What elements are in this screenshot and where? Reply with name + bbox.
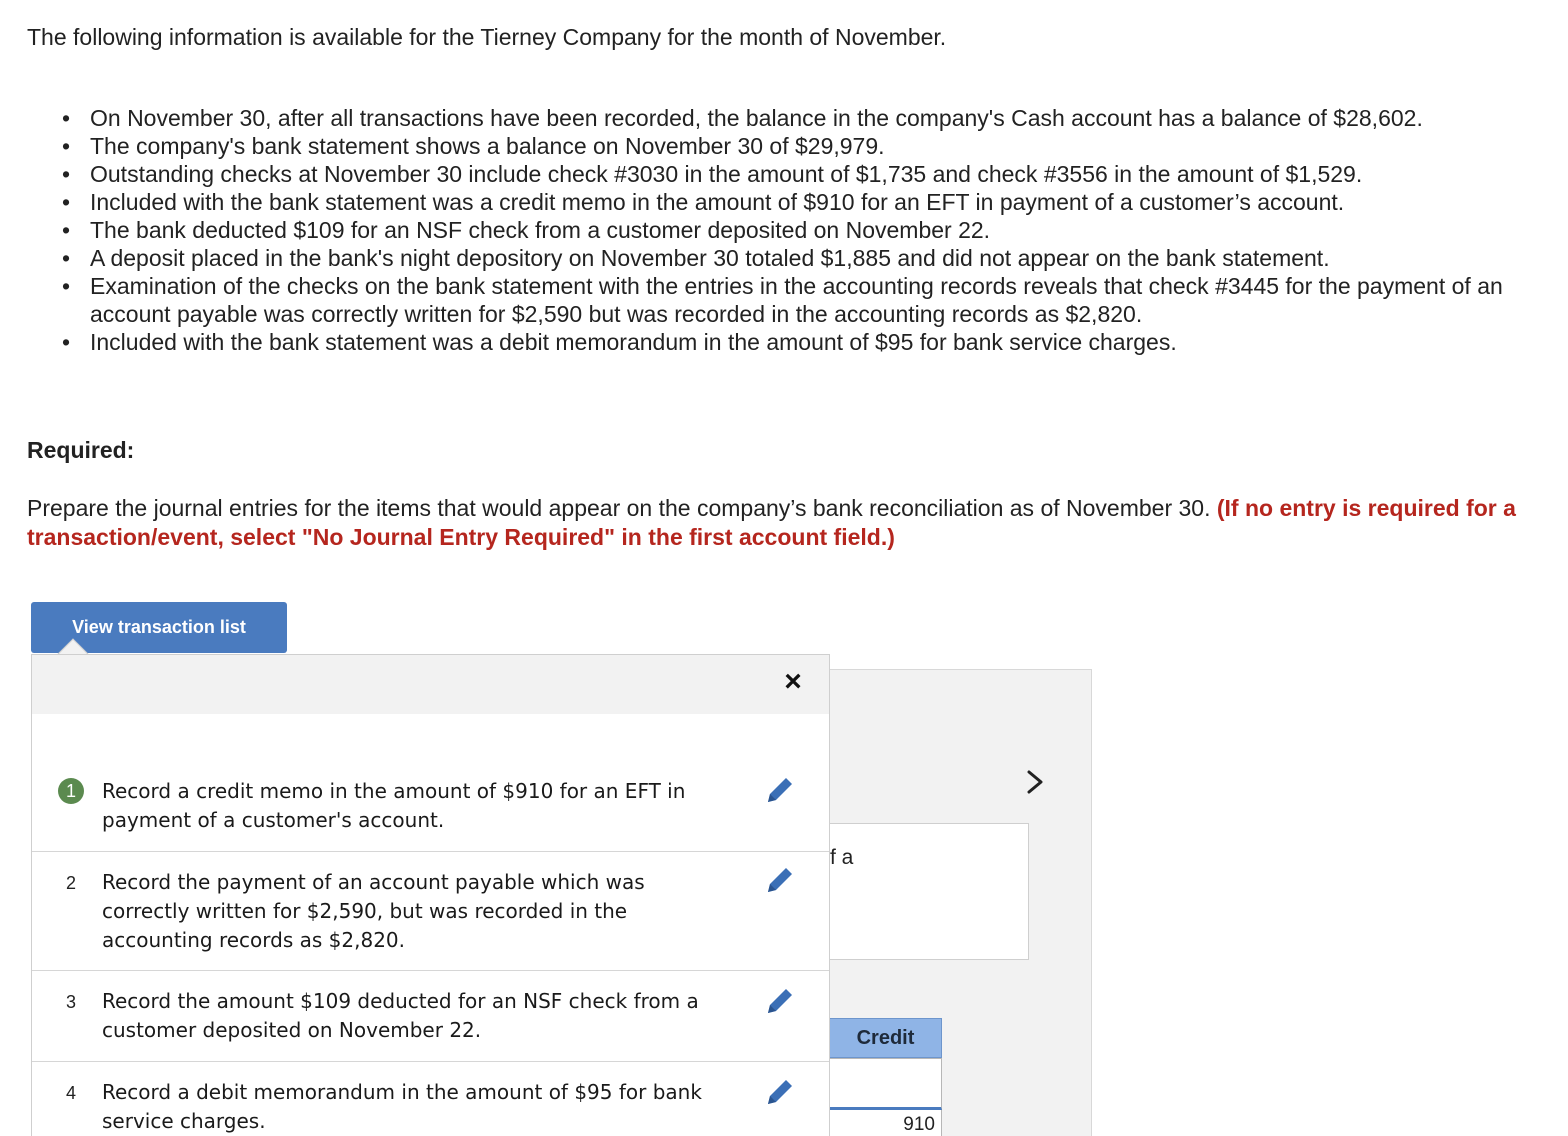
fact-item: A deposit placed in the bank's night dep… xyxy=(62,244,1510,272)
fact-item: Examination of the checks on the bank st… xyxy=(62,272,1510,328)
partial-description-text: f a xyxy=(830,846,854,869)
edit-pencil-icon[interactable] xyxy=(762,864,796,898)
transaction-number: 3 xyxy=(65,992,76,1012)
transaction-row-3[interactable]: 3 Record the amount $109 deducted for an… xyxy=(32,971,829,1062)
transaction-row-1[interactable]: 1 Record a credit memo in the amount of … xyxy=(32,714,829,852)
credit-value: 910 xyxy=(903,1114,935,1135)
transaction-number: 4 xyxy=(65,1083,76,1103)
fact-item: The bank deducted $109 for an NSF check … xyxy=(62,216,1510,244)
edit-pencil-icon[interactable] xyxy=(762,985,796,1019)
instructions: Prepare the journal entries for the item… xyxy=(27,494,1527,552)
fact-item: The company's bank statement shows a bal… xyxy=(62,132,1510,160)
transaction-text: Record the amount $109 deducted for an N… xyxy=(102,989,699,1042)
required-heading: Required: xyxy=(27,437,135,463)
transaction-description-box xyxy=(828,823,1029,960)
transaction-text: Record the payment of an account payable… xyxy=(102,870,645,952)
transaction-list-popup: × 1 Record a credit memo in the amount o… xyxy=(31,654,830,1136)
credit-cell[interactable]: 910 xyxy=(829,1110,942,1136)
transaction-text: Record a debit memorandum in the amount … xyxy=(102,1080,702,1133)
chevron-right-icon[interactable] xyxy=(1022,768,1050,796)
transaction-number-badge: 1 xyxy=(58,778,84,804)
transaction-row-2[interactable]: 2 Record the payment of an account payab… xyxy=(32,852,829,971)
fact-item: Included with the bank statement was a d… xyxy=(62,328,1510,356)
page: The following information is available f… xyxy=(0,0,1568,1136)
close-icon[interactable]: × xyxy=(778,665,808,698)
fact-item: Included with the bank statement was a c… xyxy=(62,188,1510,216)
credit-column-header: Credit xyxy=(829,1018,942,1058)
edit-pencil-icon[interactable] xyxy=(762,1076,796,1110)
edit-pencil-icon[interactable] xyxy=(762,774,796,808)
credit-input[interactable] xyxy=(829,1058,942,1110)
instructions-text: Prepare the journal entries for the item… xyxy=(27,495,1211,521)
intro-text: The following information is available f… xyxy=(27,24,947,50)
facts-list: On November 30, after all transactions h… xyxy=(62,104,1510,356)
popup-header: × xyxy=(32,655,829,714)
transaction-row-4[interactable]: 4 Record a debit memorandum in the amoun… xyxy=(32,1062,829,1136)
fact-item: Outstanding checks at November 30 includ… xyxy=(62,160,1510,188)
transaction-text: Record a credit memo in the amount of $9… xyxy=(102,779,686,832)
transaction-number: 2 xyxy=(65,873,76,893)
fact-item: On November 30, after all transactions h… xyxy=(62,104,1510,132)
